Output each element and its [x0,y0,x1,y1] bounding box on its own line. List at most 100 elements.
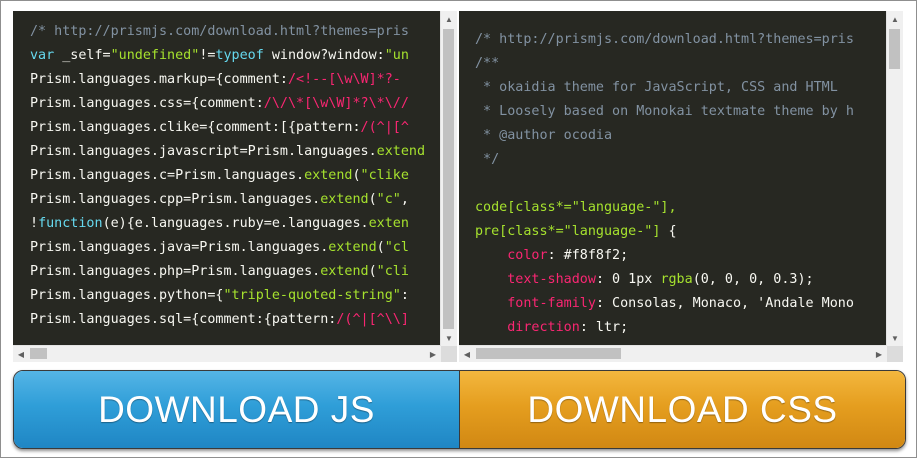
code-token: : #f8f8f2; [547,248,629,263]
code-token: , [400,192,409,207]
code-token: Prism.languages.php=Prism.languages. [30,264,321,279]
scrollbar-corner [441,346,457,362]
code-token: ( [368,192,377,207]
code-token: extend [376,144,426,159]
code-token: "undefined" [110,48,200,63]
scroll-down-icon[interactable]: ▼ [887,330,903,346]
scroll-right-icon[interactable]: ▶ [425,346,441,362]
code-line: color: #f8f8f2; [475,244,887,268]
js-vertical-scroll-thumb[interactable] [443,29,454,329]
download-css-button[interactable]: DOWNLOAD CSS [460,371,905,448]
css-code-panel[interactable]: /* http://prismjs.com/download.html?them… [459,11,903,362]
scroll-up-icon[interactable]: ▲ [441,11,457,27]
code-line: var _self="undefined"!=typeof window?win… [30,44,441,68]
code-line: Prism.languages.css={comment:/\/\*[\w\W]… [30,92,441,116]
code-token: _self= [54,48,111,63]
js-vertical-scrollbar[interactable]: ▲ ▼ [440,11,457,346]
css-vertical-scroll-thumb[interactable] [889,29,900,69]
code-token: ! [30,216,39,231]
code-token: /(^|[^ [360,120,409,135]
code-token: /* http://prismjs.com/download.html?them… [30,24,409,39]
code-line: font-family: Consolas, Monaco, 'Andale M… [475,292,887,316]
code-token: "clike [360,168,409,183]
scroll-up-icon[interactable]: ▲ [887,11,903,27]
code-token: "c" [376,192,401,207]
code-token: : 0 1px [595,272,661,287]
code-line: * okaidia theme for JavaScript, CSS and … [475,76,887,100]
css-vertical-scrollbar[interactable]: ▲ ▼ [886,11,903,346]
code-token: extend [328,240,377,255]
code-token: window?window: [263,48,385,63]
code-token: color [507,248,548,263]
download-button-bar: DOWNLOAD JS DOWNLOAD CSS [13,370,906,449]
code-line: Prism.languages.sql={comment:{pattern:/(… [30,308,441,332]
code-token: (0, 0, 0, 0.3); [692,272,814,287]
code-line: Prism.languages.java=Prism.languages.ext… [30,236,441,260]
code-token: /(^|[^\\] [336,312,409,327]
code-token: Prism.languages.c=Prism.languages. [30,168,305,183]
code-line: * @author ocodia [475,124,887,148]
code-token: extend [320,192,369,207]
scroll-right-icon[interactable]: ▶ [871,346,887,362]
scroll-left-icon[interactable]: ◀ [13,346,29,362]
code-token: "un [384,48,409,63]
code-token: Prism.languages.css={comment: [30,96,264,111]
code-token: /* http://prismjs.com/download.html?them… [475,32,854,47]
code-token: function [38,216,103,231]
code-token: extend [320,264,369,279]
js-code-panel[interactable]: /* http://prismjs.com/download.html?them… [13,11,457,362]
code-token: Prism.languages.cpp=Prism.languages. [30,192,321,207]
code-line: Prism.languages.c=Prism.languages.extend… [30,164,441,188]
code-token: ( [368,264,377,279]
code-token: : [400,288,409,303]
code-token: text-shadow [507,272,596,287]
code-token: Prism.languages.markup={comment: [30,72,288,87]
code-line: code[class*="language-"], [475,196,887,220]
js-code-view[interactable]: /* http://prismjs.com/download.html?them… [13,11,441,346]
scroll-left-icon[interactable]: ◀ [459,346,475,362]
code-token: "cl [384,240,409,255]
code-line: Prism.languages.javascript=Prism.languag… [30,140,441,164]
scroll-down-icon[interactable]: ▼ [441,330,457,346]
download-js-button[interactable]: DOWNLOAD JS [14,371,459,448]
code-token: (e){e.languages.ruby=e.languages. [102,216,369,231]
code-token: != [199,48,216,63]
code-token: */ [475,152,500,167]
code-line: !function(e){e.languages.ruby=e.language… [30,212,441,236]
scrollbar-corner [887,346,903,362]
js-horizontal-scrollbar[interactable]: ◀ ▶ [13,345,441,362]
css-code-view[interactable]: /* http://prismjs.com/download.html?them… [459,11,887,346]
code-token: pre[class*="language-"] [475,224,661,239]
code-token: exten [368,216,409,231]
code-token: * Loosely based on Monokai textmate them… [475,104,854,119]
code-token: /** [475,56,500,71]
code-token: typeof [215,48,264,63]
code-token: Prism.languages.sql={comment:{pattern: [30,312,337,327]
code-token: * @author ocodia [475,128,613,143]
code-token: code[class*="language-"], [475,200,677,215]
code-token: extend [304,168,353,183]
code-line: /* http://prismjs.com/download.html?them… [30,20,441,44]
code-token: /<!--[\w\W]*?- [287,72,401,87]
js-horizontal-scroll-thumb[interactable] [30,348,47,359]
code-token: { [660,224,677,239]
code-line: /* http://prismjs.com/download.html?them… [475,28,887,52]
css-horizontal-scrollbar[interactable]: ◀ ▶ [459,345,887,362]
code-token: : ltr; [579,320,629,335]
code-line: Prism.languages.python={"triple-quoted-s… [30,284,441,308]
code-line: text-shadow: 0 1px rgba(0, 0, 0, 0.3); [475,268,887,292]
code-token: "cli [376,264,409,279]
code-line: direction: ltr; [475,316,887,340]
code-token: : Consolas, Monaco, 'Andale Mono [595,296,854,311]
code-line: Prism.languages.clike={comment:[{pattern… [30,116,441,140]
code-token: ( [376,240,385,255]
code-token: Prism.languages.clike={comment:[{pattern… [30,120,361,135]
css-horizontal-scroll-thumb[interactable] [476,348,621,359]
code-token: Prism.languages.javascript=Prism.languag… [30,144,377,159]
code-token: Prism.languages.java=Prism.languages. [30,240,329,255]
code-line: pre[class*="language-"] { [475,220,887,244]
